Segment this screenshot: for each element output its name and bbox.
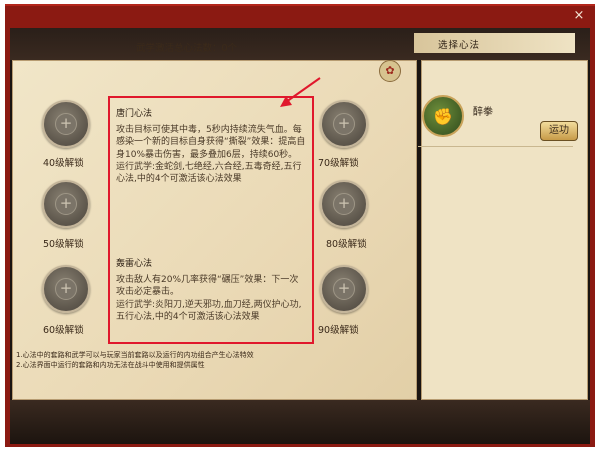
plus-icon: + [333,278,355,300]
panel-title: 武学激活总心法数：0个 [136,43,238,54]
xinfa-entry-honglei: 轰雷心法 攻击敌人有20%几率获得“碾压”效果：下一次攻击必定暴击。 运行武学:… [116,258,306,323]
right-panel-header: 选择心法 [414,33,575,53]
slot-label-90: 90级解锁 [318,325,359,336]
note-line: 1.心法中的套路和武学可以与玩家当前套路以及运行的内功组合产生心法特效 [16,351,254,359]
fist-skill-icon[interactable]: ✊ [422,95,464,137]
divider [418,146,573,147]
lotus-emblem-icon[interactable]: ✿ [379,60,401,82]
footer-notes: 1.心法中的套路和武学可以与玩家当前套路以及运行的内功组合产生心法特效 2.心法… [16,350,254,370]
plus-icon: + [55,113,77,135]
xinfa-slot-50[interactable]: + [42,180,90,228]
slot-label-40: 40级解锁 [43,158,84,169]
slot-label-80: 80级解锁 [326,239,367,250]
plus-icon: + [333,113,355,135]
xinfa-entry-tangmen: 唐门心法 攻击目标可使其中毒，5秒内持续流失气血。每感染一个新的目标自身获得“撕… [116,108,306,185]
xinfa-requirement: 运行武学:炎阳刀,逆天邪功,血刀经,两仪护心功,五行心法,中的4个可激活该心法效… [116,299,302,322]
xinfa-description: 攻击敌人有20%几率获得“碾压”效果：下一次攻击必定暴击。 [116,275,299,298]
skill-name: 醉拳 [473,107,493,118]
wood-bottom-border [10,400,590,444]
slot-label-60: 60级解锁 [43,325,84,336]
right-panel-title: 选择心法 [438,40,481,51]
slot-label-70: 70级解锁 [318,158,359,169]
xinfa-slot-80[interactable]: + [320,180,368,228]
xinfa-description: 攻击目标可使其中毒，5秒内持续流失气血。每感染一个新的目标自身获得“撕裂”效果：… [116,125,306,160]
xinfa-name: 唐门心法 [116,109,153,119]
xinfa-slot-60[interactable]: + [42,265,90,313]
close-icon[interactable]: × [571,8,587,24]
plus-icon: + [55,278,77,300]
run-button[interactable]: 运功 [540,121,578,141]
plus-icon: + [333,193,355,215]
note-line: 2.心法界面中运行的套路和内功无法在战斗中使用和提供属性 [16,361,205,369]
xinfa-name: 轰雷心法 [116,259,153,269]
annotation-arrow-icon [280,77,321,107]
xinfa-slot-90[interactable]: + [320,265,368,313]
xinfa-requirement: 运行武学:金蛇剑,七绝经,六合经,五毒奇经,五行心法,中的4个可激活该心法效果 [116,161,302,185]
plus-icon: + [55,193,77,215]
slot-label-50: 50级解锁 [43,239,84,250]
xinfa-slot-40[interactable]: + [42,100,90,148]
